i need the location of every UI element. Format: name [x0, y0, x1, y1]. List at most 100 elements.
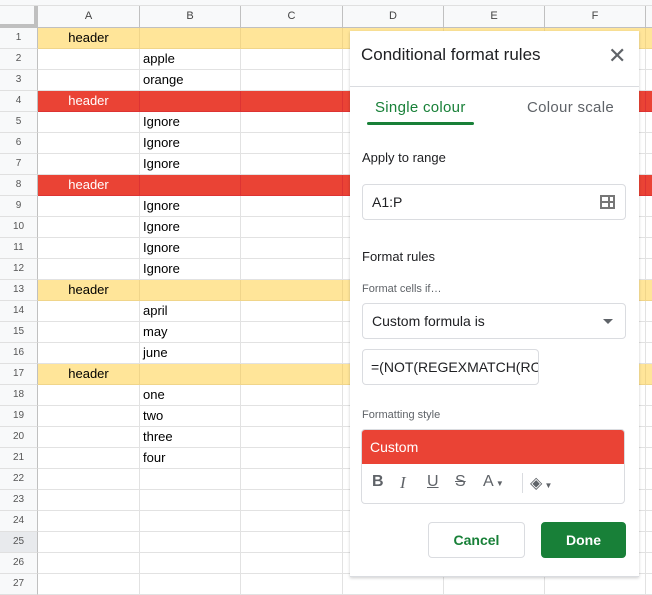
text-color-icon[interactable]: A ▼ — [483, 473, 504, 491]
cell-A21[interactable] — [38, 448, 140, 469]
cell-A14[interactable] — [38, 301, 140, 322]
row-header[interactable]: 16 — [0, 343, 38, 364]
cell-B27[interactable] — [140, 574, 241, 595]
cell-C23[interactable] — [241, 490, 343, 511]
cell-A19[interactable] — [38, 406, 140, 427]
grid-select-icon[interactable] — [600, 195, 615, 209]
cell-A12[interactable] — [38, 259, 140, 280]
cell-A6[interactable] — [38, 133, 140, 154]
strikethrough-icon[interactable]: S — [455, 473, 466, 491]
cell-C6[interactable] — [241, 133, 343, 154]
cell-B15[interactable]: may — [140, 322, 241, 343]
cell-C22[interactable] — [241, 469, 343, 490]
done-button[interactable]: Done — [541, 522, 626, 558]
row-header[interactable]: 3 — [0, 70, 38, 91]
cell-C4[interactable] — [241, 91, 343, 112]
cell-C7[interactable] — [241, 154, 343, 175]
row-header[interactable]: 4 — [0, 91, 38, 112]
cell-A10[interactable] — [38, 217, 140, 238]
row-header[interactable]: 10 — [0, 217, 38, 238]
row-header[interactable]: 17 — [0, 364, 38, 385]
cell-C11[interactable] — [241, 238, 343, 259]
row-header[interactable]: 22 — [0, 469, 38, 490]
cell-C13[interactable] — [241, 280, 343, 301]
cell-E27[interactable] — [444, 574, 545, 595]
row-header[interactable]: 12 — [0, 259, 38, 280]
cell-C27[interactable] — [241, 574, 343, 595]
cell-A1[interactable]: header — [38, 28, 140, 49]
cell-C10[interactable] — [241, 217, 343, 238]
cell-G25[interactable] — [646, 532, 652, 553]
row-header[interactable]: 11 — [0, 238, 38, 259]
cell-C8[interactable] — [241, 175, 343, 196]
cell-B2[interactable]: apple — [140, 49, 241, 70]
cell-B20[interactable]: three — [140, 427, 241, 448]
select-all-corner[interactable] — [0, 6, 38, 28]
cell-C20[interactable] — [241, 427, 343, 448]
cell-B21[interactable]: four — [140, 448, 241, 469]
column-header[interactable]: C — [241, 6, 343, 28]
cell-B10[interactable]: Ignore — [140, 217, 241, 238]
range-input[interactable]: A1:P — [362, 184, 626, 220]
cell-A8[interactable]: header — [38, 175, 140, 196]
row-header[interactable]: 1 — [0, 28, 38, 49]
cell-C15[interactable] — [241, 322, 343, 343]
column-header[interactable]: E — [444, 6, 545, 28]
cell-A3[interactable] — [38, 70, 140, 91]
cell-A4[interactable]: header — [38, 91, 140, 112]
cell-G20[interactable] — [646, 427, 652, 448]
close-icon[interactable]: ✕ — [608, 45, 626, 67]
cell-C25[interactable] — [241, 532, 343, 553]
cell-G4[interactable] — [646, 91, 652, 112]
cell-G7[interactable] — [646, 154, 652, 175]
tab-single-colour[interactable]: Single colour — [375, 99, 466, 116]
row-header[interactable]: 18 — [0, 385, 38, 406]
cell-A7[interactable] — [38, 154, 140, 175]
cell-B5[interactable]: Ignore — [140, 112, 241, 133]
cell-B14[interactable]: april — [140, 301, 241, 322]
cell-G26[interactable] — [646, 553, 652, 574]
cell-C19[interactable] — [241, 406, 343, 427]
cell-B11[interactable]: Ignore — [140, 238, 241, 259]
cell-B24[interactable] — [140, 511, 241, 532]
cell-C12[interactable] — [241, 259, 343, 280]
row-header[interactable]: 8 — [0, 175, 38, 196]
cell-B3[interactable]: orange — [140, 70, 241, 91]
cell-G19[interactable] — [646, 406, 652, 427]
cell-G15[interactable] — [646, 322, 652, 343]
cell-C3[interactable] — [241, 70, 343, 91]
cell-A23[interactable] — [38, 490, 140, 511]
cell-C16[interactable] — [241, 343, 343, 364]
cell-A9[interactable] — [38, 196, 140, 217]
formula-input[interactable]: =(NOT(REGEXMATCH(RO — [362, 349, 539, 385]
row-header[interactable]: 25 — [0, 532, 38, 553]
cell-B16[interactable]: june — [140, 343, 241, 364]
bold-icon[interactable]: B — [372, 473, 384, 491]
cell-A26[interactable] — [38, 553, 140, 574]
cell-G1[interactable] — [646, 28, 652, 49]
cell-G22[interactable] — [646, 469, 652, 490]
cell-G8[interactable] — [646, 175, 652, 196]
cell-C18[interactable] — [241, 385, 343, 406]
style-preview-dropdown[interactable]: Custom — [362, 430, 624, 464]
cell-C1[interactable] — [241, 28, 343, 49]
cell-B9[interactable]: Ignore — [140, 196, 241, 217]
cell-B18[interactable]: one — [140, 385, 241, 406]
cell-A25[interactable] — [38, 532, 140, 553]
row-header[interactable]: 14 — [0, 301, 38, 322]
cancel-button[interactable]: Cancel — [428, 522, 525, 558]
cell-C26[interactable] — [241, 553, 343, 574]
row-header[interactable]: 7 — [0, 154, 38, 175]
column-header[interactable]: A — [38, 6, 140, 28]
cell-G10[interactable] — [646, 217, 652, 238]
cell-C24[interactable] — [241, 511, 343, 532]
column-header[interactable] — [646, 6, 652, 28]
condition-select[interactable]: Custom formula is — [362, 303, 626, 339]
cell-B8[interactable] — [140, 175, 241, 196]
cell-C5[interactable] — [241, 112, 343, 133]
cell-A27[interactable] — [38, 574, 140, 595]
cell-B22[interactable] — [140, 469, 241, 490]
row-header[interactable]: 5 — [0, 112, 38, 133]
cell-C21[interactable] — [241, 448, 343, 469]
cell-B17[interactable] — [140, 364, 241, 385]
